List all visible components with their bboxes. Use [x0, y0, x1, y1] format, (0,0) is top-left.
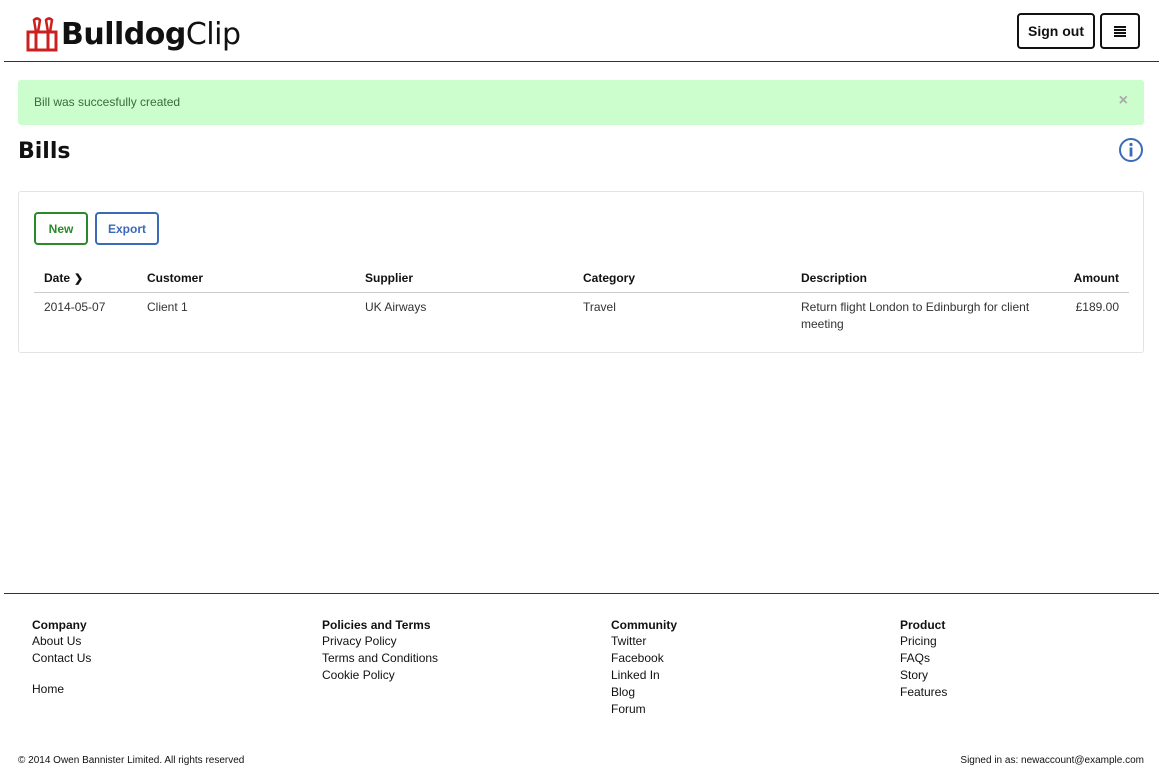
footer-link-home[interactable]: Home — [32, 681, 91, 698]
footer-link-about-us[interactable]: About Us — [32, 633, 91, 650]
footer-community: Community Twitter Facebook Linked In Blo… — [611, 618, 677, 718]
brand-name-bold: Bulldog — [61, 16, 186, 52]
cell-supplier: UK Airways — [365, 299, 427, 314]
top-header: Bulldog Clip Sign out — [0, 0, 1160, 62]
signed-in-text: Signed in as: newaccount@example.com — [960, 755, 1144, 766]
column-header-amount[interactable]: Amount — [1051, 264, 1129, 293]
footer-community-title: Community — [611, 618, 677, 632]
footer-link-privacy-policy[interactable]: Privacy Policy — [322, 633, 438, 650]
copyright-text: © 2014 Owen Bannister Limited. All right… — [18, 755, 245, 766]
footer-product: Product Pricing FAQs Story Features — [900, 618, 947, 701]
bulldog-clip-icon — [26, 17, 58, 52]
footer-link-cookie-policy[interactable]: Cookie Policy — [322, 667, 438, 684]
footer-product-title: Product — [900, 618, 946, 632]
bills-panel: New Export Date ❯ Customer Supplier Categ… — [18, 191, 1144, 353]
cell-customer: Client 1 — [147, 299, 188, 314]
success-alert: Bill was succesfully created × — [18, 80, 1144, 125]
info-circle-icon[interactable] — [1118, 137, 1144, 163]
alert-message: Bill was succesfully created — [34, 95, 181, 109]
bills-table: Date ❯ Customer Supplier Category Descrip… — [34, 264, 1129, 339]
footer-link-features[interactable]: Features — [900, 684, 947, 701]
footer-link-facebook[interactable]: Facebook — [611, 650, 677, 667]
cell-category: Travel — [583, 299, 616, 314]
footer-link-faqs[interactable]: FAQs — [900, 650, 947, 667]
footer-link-linkedin[interactable]: Linked In — [611, 667, 677, 684]
sign-out-button[interactable]: Sign out — [1017, 13, 1095, 49]
footer-policies: Policies and Terms Privacy Policy Terms … — [322, 618, 438, 684]
cell-amount: £189.00 — [1075, 299, 1119, 314]
hamburger-menu-icon — [1114, 25, 1126, 37]
header-date-label: Date — [44, 270, 71, 285]
footer-link-forum[interactable]: Forum — [611, 701, 677, 718]
column-header-customer[interactable]: Customer — [137, 264, 355, 293]
page-title: Bills — [18, 139, 71, 164]
brand-logo[interactable]: Bulldog Clip — [25, 12, 241, 56]
export-button[interactable]: Export — [95, 212, 159, 245]
footer-policies-title: Policies and Terms — [322, 618, 431, 632]
footer-link-story[interactable]: Story — [900, 667, 947, 684]
new-bill-button[interactable]: New — [34, 212, 88, 245]
cell-description: Return flight London to Edinburgh for cl… — [801, 299, 1030, 331]
footer-link-blog[interactable]: Blog — [611, 684, 677, 701]
footer-link-contact-us[interactable]: Contact Us — [32, 650, 91, 667]
brand-name-light: Clip — [185, 16, 241, 52]
column-header-date[interactable]: Date ❯ — [34, 264, 137, 293]
chevron-down-icon: ❯ — [74, 272, 84, 285]
column-header-supplier[interactable]: Supplier — [355, 264, 573, 293]
footer-company-title: Company — [32, 618, 87, 632]
column-header-category[interactable]: Category — [573, 264, 791, 293]
footer-link-terms[interactable]: Terms and Conditions — [322, 650, 438, 667]
table-header-row: Date ❯ Customer Supplier Category Descrip… — [34, 264, 1129, 293]
footer-company: Company About Us Contact Us Home — [32, 618, 91, 698]
footer-link-twitter[interactable]: Twitter — [611, 633, 677, 650]
column-header-description[interactable]: Description — [791, 264, 1051, 293]
menu-button[interactable] — [1100, 13, 1140, 49]
table-row[interactable]: 2014-05-07 Client 1 UK Airways Travel Re… — [34, 292, 1129, 339]
cell-date: 2014-05-07 — [44, 299, 106, 314]
footer-link-pricing[interactable]: Pricing — [900, 633, 947, 650]
footer-divider — [4, 593, 1159, 594]
header-divider — [4, 61, 1159, 62]
close-icon[interactable]: × — [1119, 92, 1128, 110]
